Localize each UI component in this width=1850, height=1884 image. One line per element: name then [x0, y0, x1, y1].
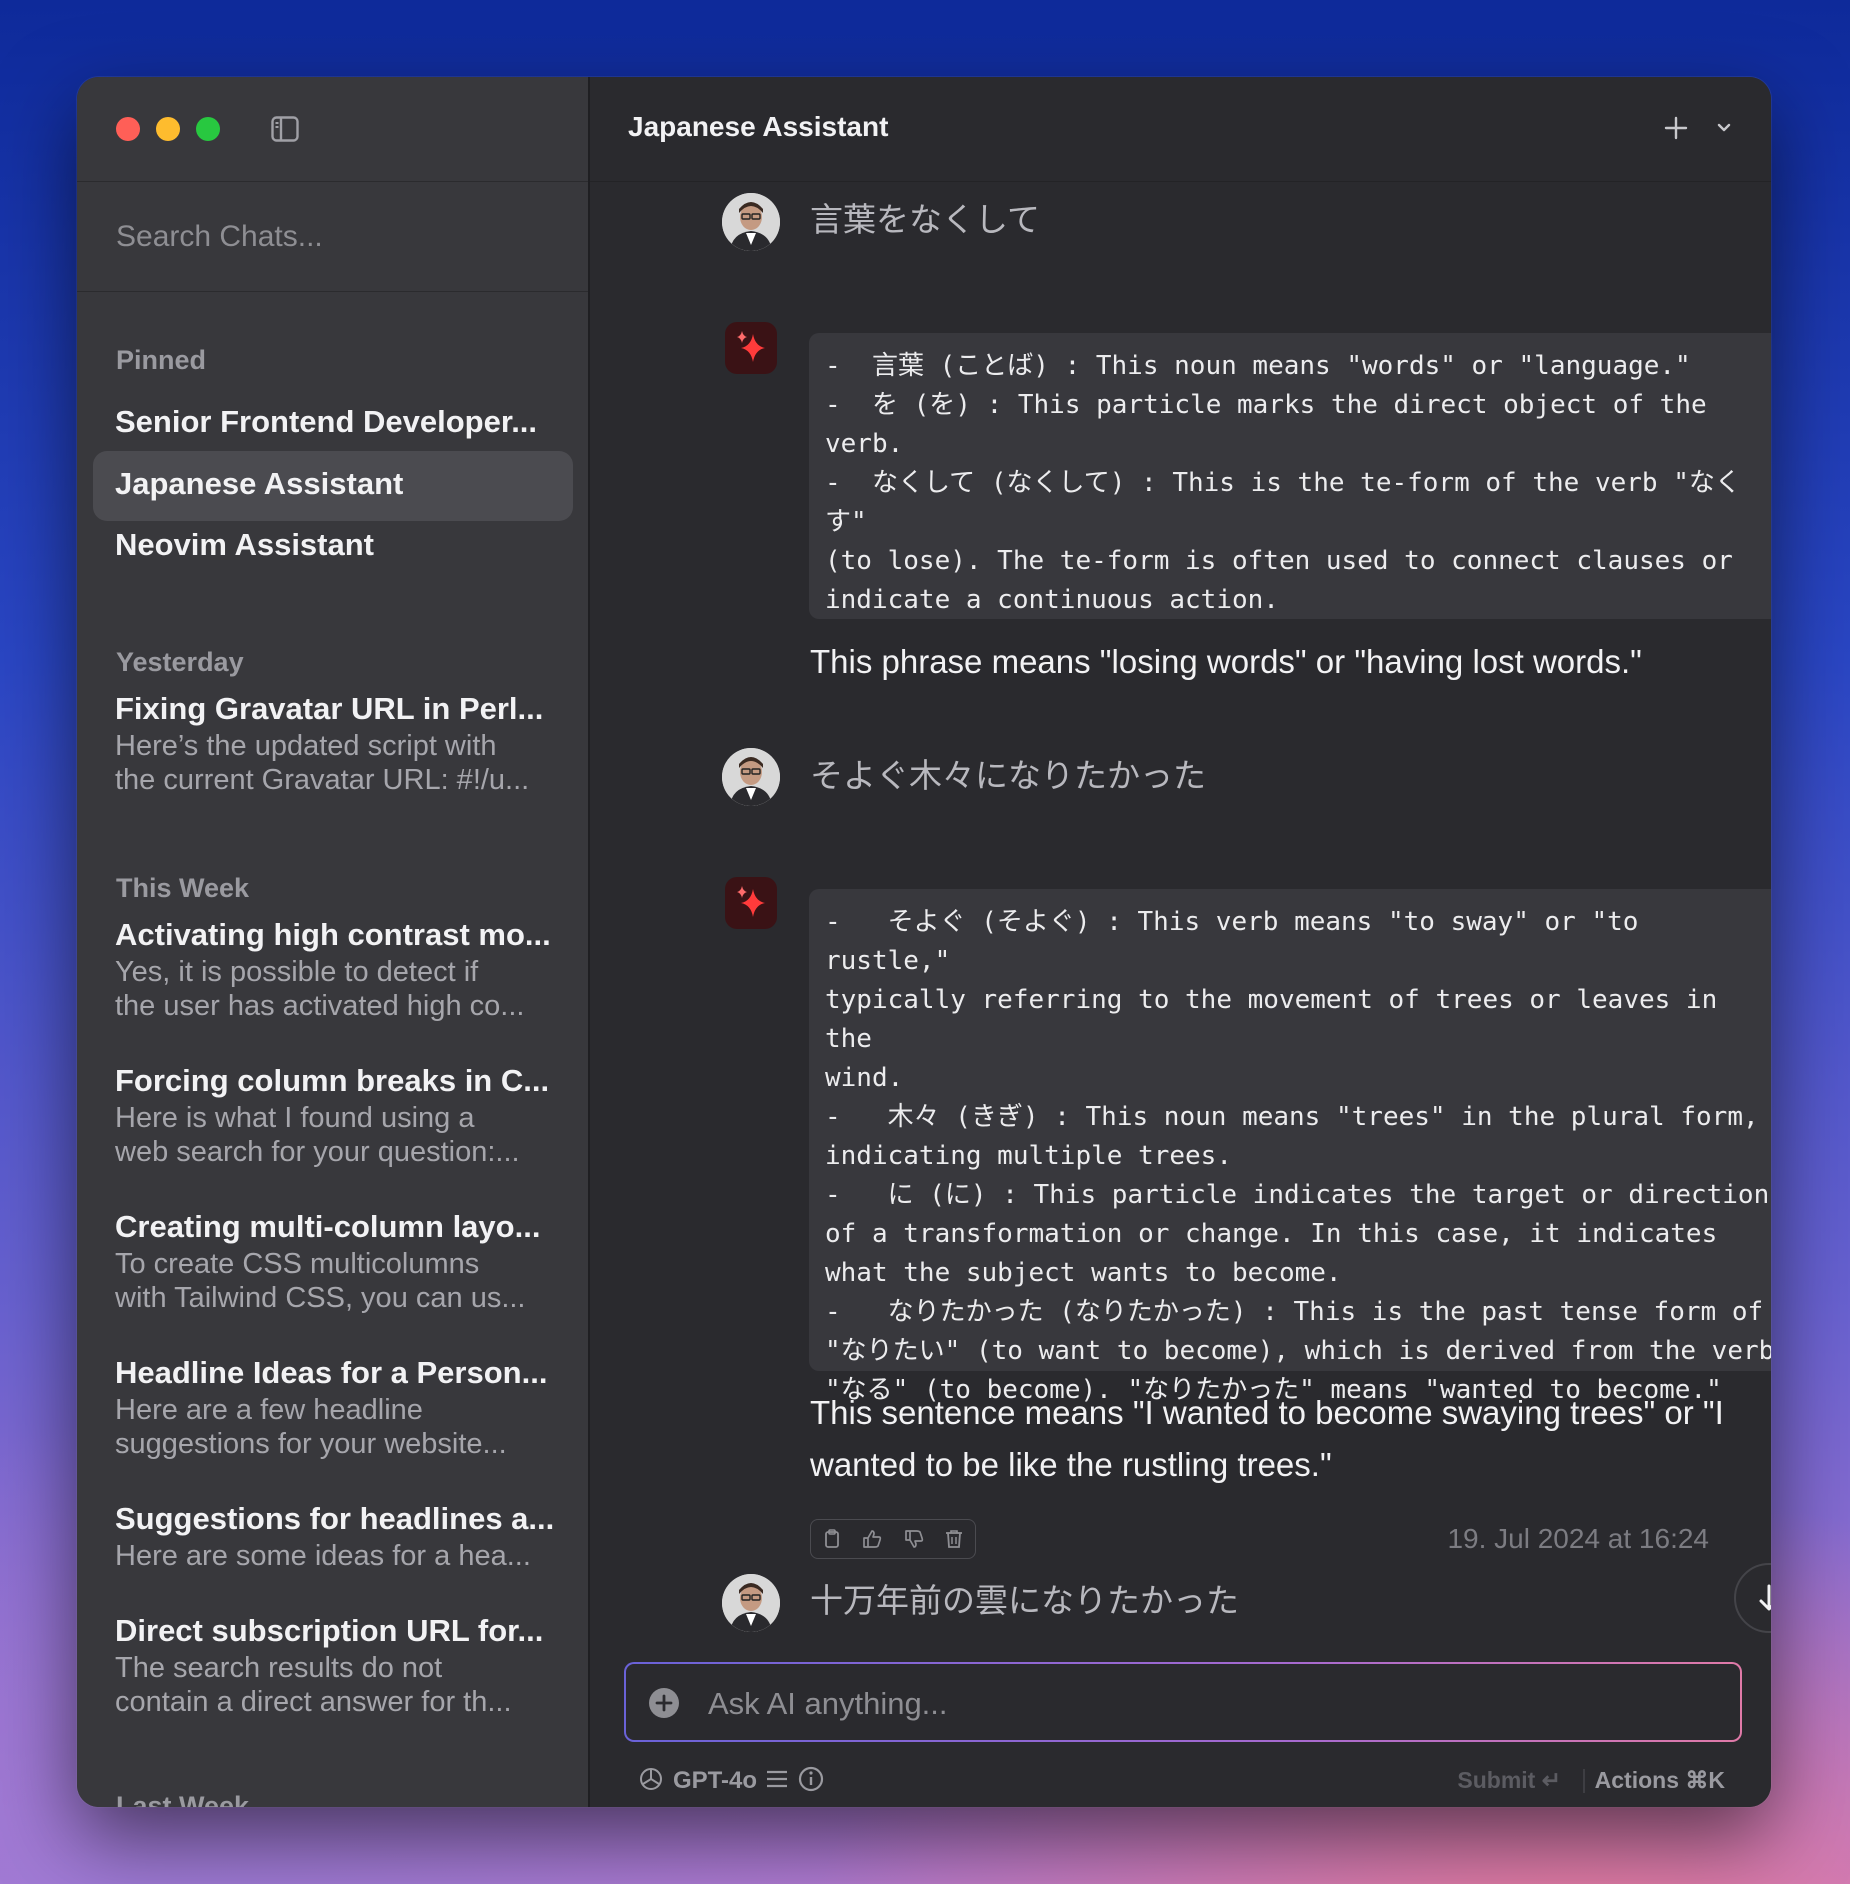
close-window-button[interactable] [116, 117, 140, 141]
chat-preview: Yes, it is possible to detect if the use… [115, 956, 525, 1022]
chat-preview: Here’s the updated script with the curre… [115, 730, 530, 796]
section-label-last-week: Last Week [116, 1791, 250, 1807]
app-window: Pinned Senior Frontend Developer... Japa… [77, 77, 1771, 1807]
chat-item[interactable]: Headline Ideas for a Person... Here are … [93, 1351, 573, 1465]
assistant-message: This sentence means "I wanted to become … [810, 1394, 1724, 1483]
message-timestamp: 19. Jul 2024 at 16:24 [1447, 1523, 1709, 1554]
chat-list: Pinned Senior Frontend Developer... Japa… [77, 291, 588, 1807]
chat-item[interactable]: Senior Frontend Developer... [93, 389, 573, 459]
chat-title-heading: Japanese Assistant [628, 111, 889, 142]
chat-preview: Here are a few headline suggestions for … [115, 1394, 507, 1460]
chat-preview: Here are some ideas for a hea... [115, 1540, 531, 1572]
search-area [77, 181, 588, 292]
actions-button[interactable]: Actions ⌘K [1595, 1767, 1725, 1794]
arrow-down-icon [1759, 1584, 1771, 1611]
user-message: そよぐ木々になりたかった [810, 756, 1206, 795]
openai-logo-icon [640, 1768, 662, 1790]
chat-title: Direct subscription URL for... [115, 1613, 544, 1648]
chat-item[interactable]: Forcing column breaks in C... Here is wh… [93, 1059, 573, 1173]
thumbs-down-icon[interactable] [903, 1528, 925, 1550]
chat-title: Forcing column breaks in C... [115, 1063, 550, 1098]
chat-panel: Japanese Assistant 言葉をなくして - 言葉 (ことば): … [590, 77, 1771, 1807]
search-chats-input[interactable] [114, 211, 538, 263]
chat-title: Headline Ideas for a Person... [115, 1355, 548, 1390]
chat-item[interactable]: Neovim Assistant [93, 512, 573, 582]
model-name: GPT-4o [673, 1767, 758, 1794]
user-message: 十万年前の雲になりたかった [810, 1581, 1239, 1620]
new-chat-plus-icon[interactable] [1661, 113, 1691, 143]
user-avatar [722, 748, 780, 806]
code-block: - そよぐ (そよぐ) : This verb means "to sway" … [809, 889, 1771, 1405]
chevron-down-icon[interactable] [1713, 117, 1735, 139]
info-icon[interactable] [797, 1765, 825, 1793]
chat-titlebar: Japanese Assistant [590, 77, 1771, 182]
chat-preview: Here is what I found using a web search … [115, 1102, 520, 1168]
chat-item[interactable]: Creating multi-column layo... To create … [93, 1205, 573, 1319]
user-avatar [722, 193, 780, 251]
minimize-window-button[interactable] [156, 117, 180, 141]
menu-lines-icon[interactable] [765, 1765, 789, 1793]
user-message: 言葉をなくして [810, 200, 1041, 239]
thumbs-up-icon[interactable] [861, 1528, 883, 1550]
chat-item[interactable]: Activating high contrast mo... Yes, it i… [93, 913, 573, 1027]
copy-icon[interactable] [821, 1528, 843, 1550]
attach-plus-icon[interactable] [648, 1687, 680, 1719]
submit-button[interactable]: Submit ↵ [1457, 1767, 1561, 1794]
chat-item-active[interactable]: Japanese Assistant [93, 451, 573, 521]
footer-divider [1583, 1769, 1585, 1793]
ai-sparkle-icon [725, 322, 777, 374]
chat-title: Senior Frontend Developer... [115, 404, 538, 439]
chat-title: Japanese Assistant [115, 466, 404, 501]
chat-title: Suggestions for headlines a... [115, 1501, 555, 1536]
chat-title: Creating multi-column layo... [115, 1209, 541, 1244]
chat-preview: The search results do not contain a dire… [115, 1652, 512, 1718]
composer-footer: GPT-4o Submit ↵ Actions ⌘K [590, 1757, 1771, 1807]
composer [624, 1662, 1742, 1742]
section-label-pinned: Pinned [116, 345, 207, 375]
chat-item[interactable]: Fixing Gravatar URL in Perl... Here’s th… [93, 687, 573, 801]
chat-title: Fixing Gravatar URL in Perl... [115, 691, 544, 726]
message-actions [810, 1519, 976, 1559]
user-avatar [722, 1574, 780, 1632]
chat-preview: To create CSS multicolumns with Tailwind… [115, 1248, 526, 1314]
assistant-message: This phrase means "losing words" or "hav… [810, 643, 1642, 680]
sidebar-titlebar [77, 77, 588, 182]
chat-item[interactable]: Direct subscription URL for... The searc… [93, 1609, 573, 1723]
trash-icon[interactable] [943, 1528, 965, 1550]
chat-title: Neovim Assistant [115, 527, 374, 562]
maximize-window-button[interactable] [196, 117, 220, 141]
section-label-yesterday: Yesterday [116, 647, 244, 677]
section-label-this-week: This Week [116, 873, 250, 903]
scroll-to-bottom-button[interactable] [1734, 1563, 1771, 1633]
code-block: - 言葉 (ことば) : This noun means "words" or … [809, 333, 1771, 619]
ask-ai-input[interactable] [706, 1678, 1670, 1730]
sidebar-toggle-icon[interactable] [271, 116, 299, 142]
chat-item[interactable]: Suggestions for headlines a... Here are … [93, 1497, 573, 1577]
sidebar: Pinned Senior Frontend Developer... Japa… [77, 77, 590, 1807]
chat-title: Activating high contrast mo... [115, 917, 551, 952]
ai-sparkle-icon [725, 877, 777, 929]
